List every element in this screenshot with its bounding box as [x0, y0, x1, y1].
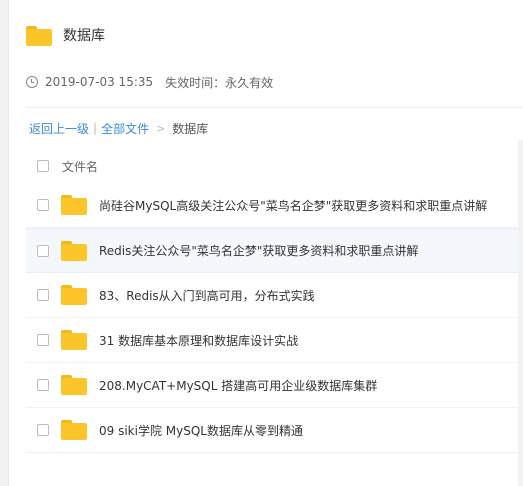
- row-checkbox[interactable]: [37, 334, 49, 346]
- file-name[interactable]: 208.MyCAT+MySQL 搭建高可用企业级数据库集群: [99, 377, 377, 394]
- file-list-header: 文件名: [26, 150, 518, 182]
- select-all-checkbox[interactable]: [37, 160, 49, 172]
- folder-icon: [26, 26, 52, 46]
- row-checkbox[interactable]: [37, 244, 49, 257]
- file-row[interactable]: 09 siki学院 MySQL数据库从零到精通: [26, 408, 518, 453]
- row-checkbox[interactable]: [37, 199, 49, 211]
- clock-icon: [26, 76, 38, 88]
- folder-icon: [61, 375, 87, 395]
- file-row[interactable]: 31 数据库基本原理和数据库设计实战: [26, 318, 518, 363]
- file-name[interactable]: 09 siki学院 MySQL数据库从零到精通: [99, 422, 303, 439]
- left-panel-edge: [0, 0, 9, 486]
- row-checkbox[interactable]: [37, 424, 49, 436]
- divider: [26, 107, 523, 108]
- file-row[interactable]: 208.MyCAT+MySQL 搭建高可用企业级数据库集群: [26, 363, 518, 408]
- folder-icon: [61, 330, 87, 350]
- page-title: 数据库: [63, 28, 105, 44]
- file-name[interactable]: 尚硅谷MySQL高级关注公众号"菜鸟名企梦"获取更多资料和求职重点讲解: [99, 197, 487, 214]
- expiry-text: 失效时间：永久有效: [165, 75, 274, 90]
- file-row[interactable]: Redis关注公众号"菜鸟名企梦"获取更多资料和求职重点讲解: [26, 228, 518, 273]
- row-checkbox[interactable]: [37, 289, 49, 301]
- folder-icon: [61, 420, 87, 440]
- share-meta: 2019-07-03 15:35 失效时间：永久有效: [26, 73, 273, 91]
- breadcrumb: 返回上一级 | 全部文件 > 数据库: [29, 119, 208, 137]
- file-name[interactable]: 83、Redis从入门到高可用，分布式实践: [99, 287, 315, 304]
- back-link[interactable]: 返回上一级: [29, 120, 89, 137]
- folder-icon: [61, 195, 87, 215]
- file-row[interactable]: 尚硅谷MySQL高级关注公众号"菜鸟名企梦"获取更多资料和求职重点讲解: [26, 183, 518, 228]
- column-filename[interactable]: 文件名: [62, 158, 98, 175]
- breadcrumb-separator: |: [93, 121, 98, 135]
- row-checkbox[interactable]: [37, 379, 49, 391]
- file-name[interactable]: Redis关注公众号"菜鸟名企梦"获取更多资料和求职重点讲解: [99, 242, 418, 259]
- file-list: 尚硅谷MySQL高级关注公众号"菜鸟名企梦"获取更多资料和求职重点讲解 Redi…: [26, 183, 518, 453]
- folder-icon: [61, 240, 87, 261]
- chevron-right-icon: >: [156, 121, 166, 135]
- all-files-link[interactable]: 全部文件: [101, 120, 149, 137]
- share-date: 2019-07-03 15:35: [45, 75, 154, 89]
- folder-icon: [61, 285, 87, 305]
- scrollbar-track[interactable]: [518, 140, 523, 486]
- page-header: 数据库: [26, 22, 105, 50]
- share-page: 数据库 2019-07-03 15:35 失效时间：永久有效 返回上一级 | 全…: [0, 0, 523, 486]
- breadcrumb-current: 数据库: [172, 121, 209, 136]
- file-name[interactable]: 31 数据库基本原理和数据库设计实战: [99, 332, 298, 349]
- file-row[interactable]: 83、Redis从入门到高可用，分布式实践: [26, 273, 518, 318]
